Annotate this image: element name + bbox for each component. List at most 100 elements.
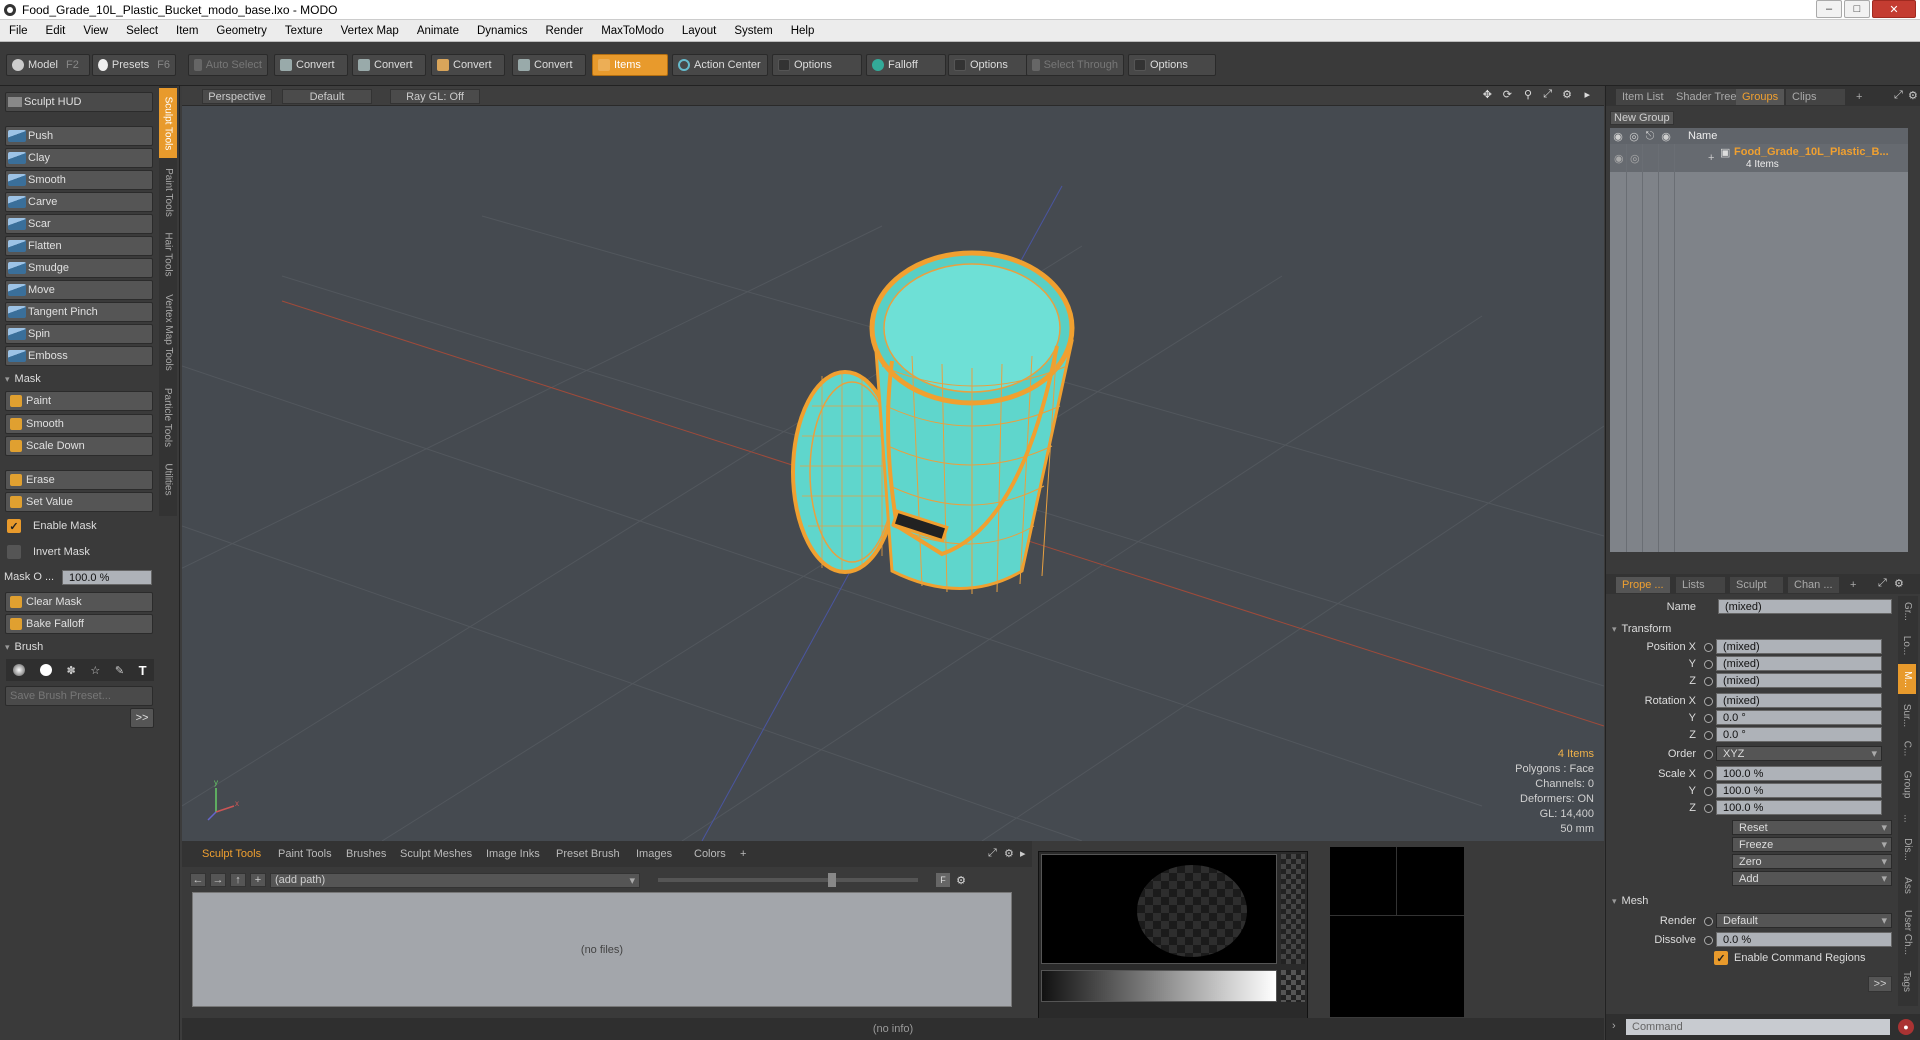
tab-particle-tools[interactable]: Particle Tools (159, 382, 177, 452)
rotation-order-dropdown[interactable]: XYZ (1716, 746, 1882, 761)
command-input[interactable]: Command (1626, 1019, 1890, 1035)
tab-bottom-colors[interactable]: Colors (688, 846, 732, 862)
spin-tool-button[interactable]: Spin (5, 324, 153, 344)
items-mode-button[interactable]: Items (592, 54, 668, 76)
side-tab-more[interactable]: ... (1898, 808, 1916, 828)
brush-section-header[interactable]: Brush (5, 638, 153, 656)
menu-animate[interactable]: Animate (408, 25, 468, 37)
position-y-field[interactable]: (mixed) (1716, 656, 1882, 671)
menu-geometry[interactable]: Geometry (207, 25, 276, 37)
tab-sculpt-tools[interactable]: Sculpt Tools (159, 88, 177, 158)
model-mode-button[interactable]: Model F2 (6, 54, 90, 76)
rotation-z-field[interactable]: 0.0 ° (1716, 727, 1882, 742)
erase-button[interactable]: Erase (5, 470, 153, 490)
animate-dot-icon[interactable] (1704, 677, 1713, 686)
falloff-button[interactable]: Falloff (866, 54, 946, 76)
side-tab-group[interactable]: Group (1898, 764, 1916, 804)
3d-viewport[interactable]: Perspective Default Ray GL: Off ✥ ⟳ ⚲ ⤢ … (182, 86, 1604, 841)
convert-vertices-button[interactable]: Convert (274, 54, 348, 76)
tab-utilities[interactable]: Utilities (159, 456, 177, 502)
panel-settings-gear-icon[interactable]: ⚙ (1004, 847, 1014, 860)
smooth-tool-button[interactable]: Smooth (5, 170, 153, 190)
side-tab-tags[interactable]: Tags (1898, 964, 1916, 998)
side-tab-gr[interactable]: Gr... (1898, 596, 1916, 626)
forward-arrow-icon[interactable]: → (210, 873, 226, 887)
tab-groups[interactable]: Groups (1736, 89, 1786, 105)
carve-tool-button[interactable]: Carve (5, 192, 153, 212)
flatten-tool-button[interactable]: Flatten (5, 236, 153, 256)
menu-item[interactable]: Item (167, 25, 207, 37)
name-field[interactable]: (mixed) (1718, 599, 1892, 614)
reset-dropdown[interactable]: Reset (1732, 820, 1892, 835)
side-tab-m[interactable]: M... (1898, 664, 1916, 694)
invert-mask-toggle[interactable]: Invert Mask (7, 545, 90, 559)
menu-edit[interactable]: Edit (37, 25, 75, 37)
tangent-pinch-tool-button[interactable]: Tangent Pinch (5, 302, 153, 322)
add-tab-button[interactable]: + (734, 846, 752, 862)
more-button[interactable]: >> (1868, 976, 1892, 992)
menu-file[interactable]: File (0, 25, 37, 37)
move-tool-button[interactable]: Move (5, 280, 153, 300)
visibility-eye-icon[interactable]: ◉ (1614, 152, 1624, 165)
action-center-button[interactable]: Action Center (672, 54, 768, 76)
bake-falloff-button[interactable]: Bake Falloff (5, 614, 153, 634)
tab-bottom-brushes[interactable]: Brushes (340, 846, 392, 862)
tab-sculpt[interactable]: Sculpt (1730, 577, 1784, 593)
tab-shader-tree[interactable]: Shader Tree (1670, 89, 1744, 105)
animate-dot-icon[interactable] (1704, 804, 1713, 813)
emboss-tool-button[interactable]: Emboss (5, 346, 153, 366)
clay-tool-button[interactable]: Clay (5, 148, 153, 168)
shading-dropdown[interactable]: Default (282, 89, 372, 104)
position-x-field[interactable]: (mixed) (1716, 639, 1882, 654)
animate-dot-icon[interactable] (1704, 936, 1713, 945)
tab-bottom-sculpt-tools[interactable]: Sculpt Tools (196, 846, 267, 862)
add-dropdown[interactable]: Add (1732, 871, 1892, 886)
hard-brush-icon[interactable] (39, 664, 52, 676)
auto-select-button[interactable]: Auto Select (188, 54, 268, 76)
render-icon[interactable]: ◎ (1630, 152, 1640, 165)
tab-item-list[interactable]: Item List (1616, 89, 1671, 105)
tab-lists[interactable]: Lists (1676, 577, 1726, 593)
push-tool-button[interactable]: Push (5, 126, 153, 146)
menu-layout[interactable]: Layout (673, 25, 726, 37)
viewport-settings-gear-icon[interactable]: ⚙ (1562, 88, 1572, 101)
convert-edges-button[interactable]: Convert (352, 54, 426, 76)
tab-bottom-preset-brush[interactable]: Preset Brush (550, 846, 626, 862)
mask-section-header[interactable]: Mask (5, 370, 153, 388)
view-type-dropdown[interactable]: Perspective (202, 89, 272, 104)
falloff-options-button[interactable]: Options (948, 54, 1028, 76)
expand-plus-icon[interactable]: + (1708, 152, 1714, 164)
animate-dot-icon[interactable] (1704, 697, 1713, 706)
bucket-body-mesh[interactable] (869, 250, 1075, 594)
menu-select[interactable]: Select (117, 25, 167, 37)
convert-items-button[interactable]: Convert (512, 54, 586, 76)
animate-dot-icon[interactable] (1704, 643, 1713, 652)
thumbnail-size-slider[interactable] (658, 873, 918, 887)
select-options-button[interactable]: Options (1128, 54, 1216, 76)
menu-system[interactable]: System (725, 25, 781, 37)
menu-view[interactable]: View (74, 25, 117, 37)
freeze-dropdown[interactable]: Freeze (1732, 837, 1892, 852)
select-icon[interactable]: ◉ (1658, 130, 1674, 143)
side-tab-ass[interactable]: Ass (1898, 870, 1916, 900)
animate-dot-icon[interactable] (1704, 714, 1713, 723)
back-arrow-icon[interactable]: ← (190, 873, 206, 887)
mask-paint-button[interactable]: Paint (5, 391, 153, 411)
tab-channels[interactable]: Chan ... (1788, 577, 1840, 593)
filter-icon[interactable]: F (936, 873, 950, 887)
scale-z-field[interactable]: 100.0 % (1716, 800, 1882, 815)
menu-vertex-map[interactable]: Vertex Map (332, 25, 408, 37)
action-center-options-button[interactable]: Options (772, 54, 862, 76)
path-dropdown[interactable]: (add path) ▾ (270, 872, 640, 888)
fit-view-icon[interactable]: ⤢ (1543, 88, 1552, 101)
rotate-view-icon[interactable]: ⟳ (1503, 88, 1512, 101)
tab-clips[interactable]: Clips (1786, 89, 1846, 105)
tab-bottom-images[interactable]: Images (630, 846, 678, 862)
minimize-button[interactable]: – (1816, 0, 1842, 18)
settings-gear-icon[interactable]: ⚙ (1894, 577, 1904, 590)
animate-dot-icon[interactable] (1704, 660, 1713, 669)
tab-properties[interactable]: Prope ... (1616, 577, 1671, 593)
slider-handle[interactable] (828, 873, 836, 887)
dissolve-field[interactable]: 0.0 % (1716, 932, 1892, 947)
viewport-menu-arrow-icon[interactable]: ▸ (1584, 88, 1590, 101)
